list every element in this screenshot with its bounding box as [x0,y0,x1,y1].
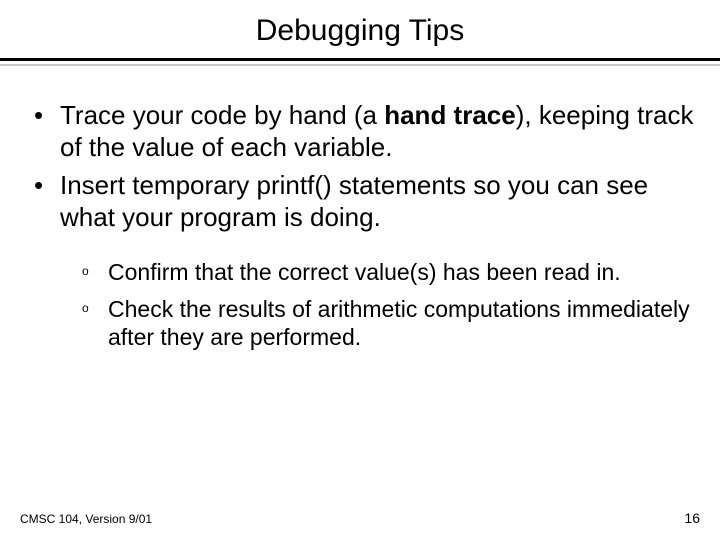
footer: CMSC 104, Version 9/01 16 [0,510,720,526]
bullet-text-bold: hand trace [384,100,516,130]
bullet-list: Trace your code by hand (a hand trace), … [20,100,700,352]
bullet-item: Insert temporary printf() statements so … [20,170,700,352]
divider-dark [0,58,720,61]
slide: Debugging Tips Trace your code by hand (… [0,0,720,540]
sub-bullet-list: Confirm that the correct value(s) has be… [70,258,700,352]
slide-number: 16 [684,510,700,526]
sub-bullet-text: Check the results of arithmetic computat… [108,296,690,351]
footer-left: CMSC 104, Version 9/01 [20,512,152,526]
bullet-item: Trace your code by hand (a hand trace), … [20,100,700,164]
sub-bullet-text: Confirm that the correct value(s) has be… [108,259,621,285]
slide-title: Debugging Tips [0,0,720,58]
bullet-text: Insert temporary printf() statements so … [60,170,648,232]
sub-bullet-item: Check the results of arithmetic computat… [70,295,700,353]
content-area: Trace your code by hand (a hand trace), … [0,66,720,352]
bullet-text-pre: Trace your code by hand (a [60,100,384,130]
sub-bullet-item: Confirm that the correct value(s) has be… [70,258,700,287]
